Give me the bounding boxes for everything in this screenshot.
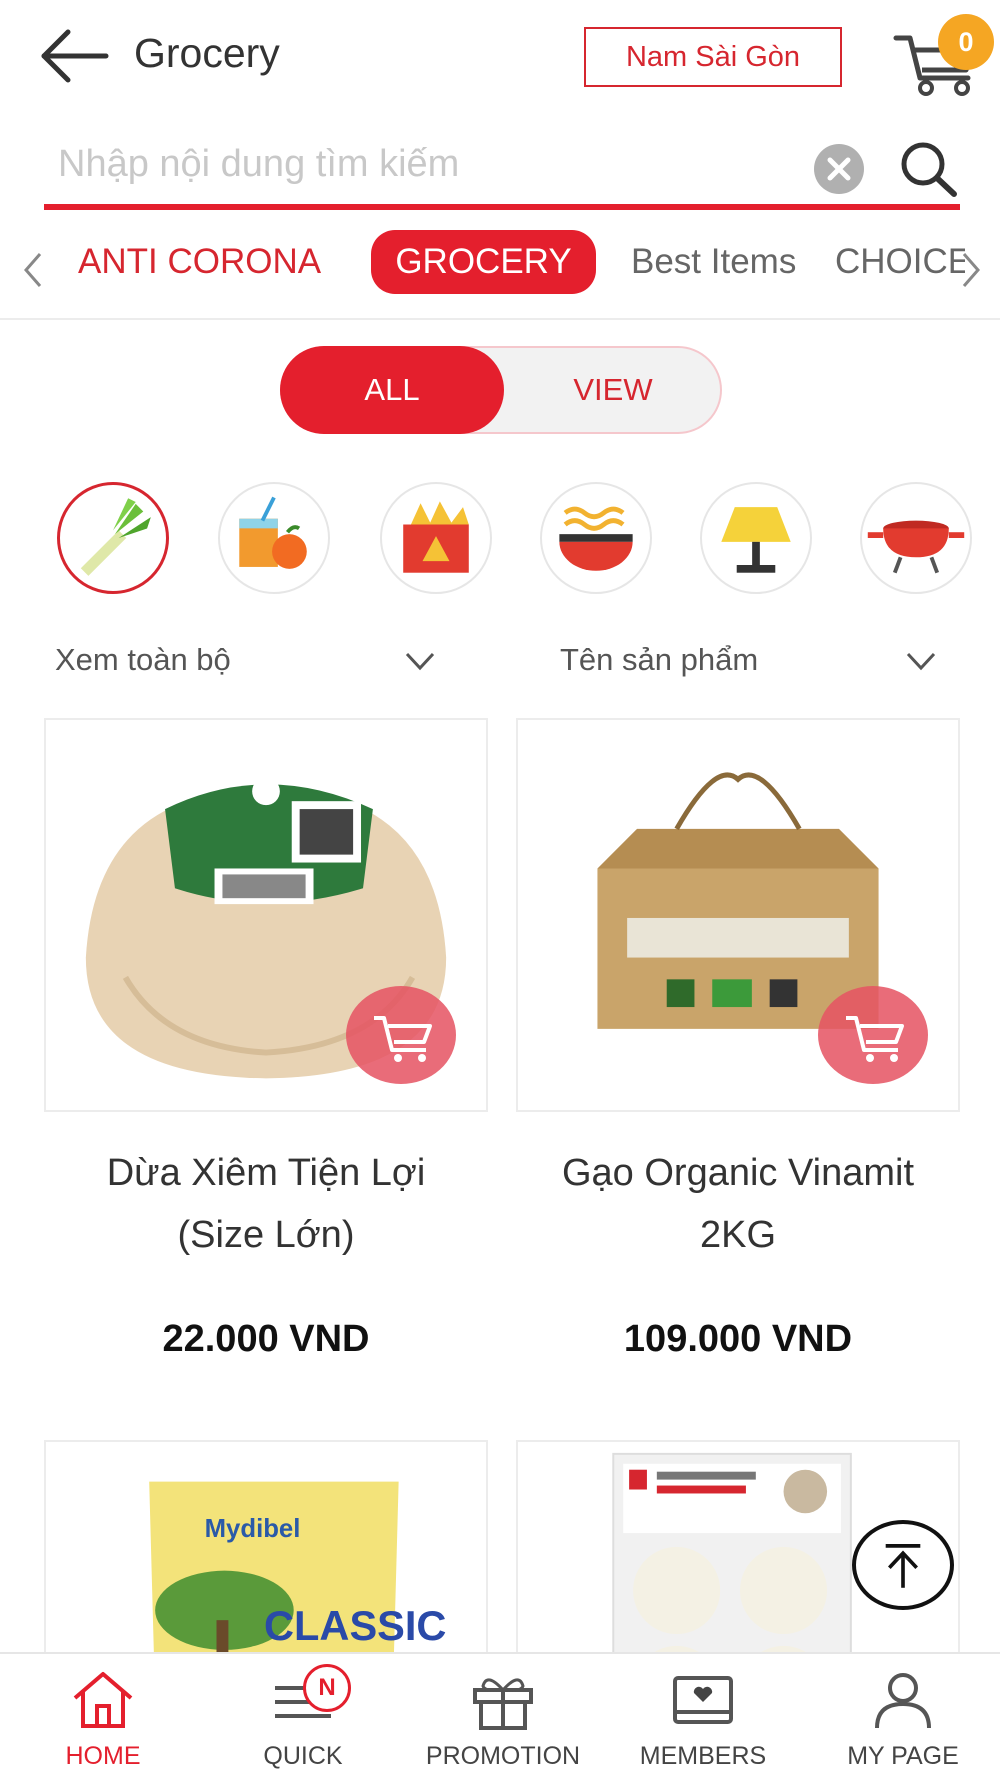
noodle-bowl-icon[interactable] xyxy=(540,482,652,594)
nav-quick-label: QUICK xyxy=(263,1742,343,1770)
product-card[interactable]: Mydibel CLASSIC xyxy=(44,1440,488,1652)
app-header: Grocery Nam Sài Gòn 0 xyxy=(0,0,1000,115)
nav-promotion[interactable]: PROMOTION xyxy=(403,1654,603,1778)
product-price: 109.000 VND xyxy=(623,1318,853,1360)
nav-members[interactable]: MEMBERS xyxy=(603,1654,803,1778)
add-to-cart-button[interactable] xyxy=(346,986,456,1084)
leek-icon[interactable] xyxy=(57,482,169,594)
snack-box-icon[interactable] xyxy=(380,482,492,594)
nav-promotion-label: PROMOTION xyxy=(425,1742,581,1770)
nav-my-page-label: MY PAGE xyxy=(847,1742,959,1770)
member-card-icon xyxy=(673,1676,733,1724)
search-icon[interactable] xyxy=(896,138,962,200)
chevron-left-icon[interactable] xyxy=(18,250,48,290)
new-badge: N xyxy=(303,1664,351,1712)
nav-my-page[interactable]: MY PAGE xyxy=(803,1654,1000,1778)
category-tab-strip: ANTI CORONA GROCERY Best Items CHOICE xyxy=(0,220,1000,320)
scope-filter-dropdown[interactable]: Xem toàn bộ xyxy=(55,630,440,690)
scope-filter-label: Xem toàn bộ xyxy=(55,642,231,677)
toggle-view-button[interactable]: VIEW xyxy=(504,348,722,432)
sort-filter-dropdown[interactable]: Tên sản phẩm xyxy=(560,630,940,690)
svg-text:Mydibel: Mydibel xyxy=(205,1515,301,1543)
page-title: Grocery xyxy=(134,30,280,76)
gift-icon xyxy=(473,1678,533,1730)
chevron-down-icon xyxy=(904,646,938,676)
chevron-down-icon xyxy=(403,646,437,676)
nav-home-label: HOME xyxy=(65,1742,141,1770)
add-to-cart-button[interactable] xyxy=(818,986,928,1084)
tab-grocery[interactable]: GROCERY xyxy=(371,230,596,294)
lamp-icon[interactable] xyxy=(700,482,812,594)
product-card[interactable]: Gạo Organic Vinamit 2KG 109.000 VND xyxy=(516,718,960,1360)
cooking-pot-icon[interactable] xyxy=(860,482,972,594)
mydibel-classic-fries-image[interactable]: Mydibel CLASSIC xyxy=(44,1440,488,1652)
search-input[interactable] xyxy=(58,134,798,194)
nav-members-label: MEMBERS xyxy=(639,1742,767,1770)
view-toggle: ALL VIEW xyxy=(280,346,722,434)
store-selector-button[interactable]: Nam Sài Gòn xyxy=(584,27,842,87)
chevron-right-icon[interactable] xyxy=(956,250,986,290)
tab-best-items[interactable]: Best Items xyxy=(631,230,796,294)
tab-anti-corona[interactable]: ANTI CORONA xyxy=(78,230,321,294)
toggle-all-button[interactable]: ALL xyxy=(280,346,504,434)
search-bar xyxy=(44,126,960,210)
subcategory-icon-row xyxy=(0,482,1000,594)
product-name[interactable]: Dừa Xiêm Tiện Lợi (Size Lớn) xyxy=(44,1142,488,1266)
tab-choice[interactable]: CHOICE xyxy=(835,230,965,294)
cart-count-badge: 0 xyxy=(938,14,994,70)
juice-fruit-icon[interactable] xyxy=(218,482,330,594)
user-icon xyxy=(875,1673,931,1729)
nav-quick[interactable]: N QUICK xyxy=(203,1654,403,1778)
back-arrow-icon[interactable] xyxy=(40,28,110,84)
bottom-navigation: HOME N QUICK PROMOTION MEMBERS MY PAGE xyxy=(0,1652,1000,1778)
nav-home[interactable]: HOME xyxy=(3,1654,203,1778)
home-icon xyxy=(73,1672,133,1728)
product-price: 22.000 VND xyxy=(162,1318,370,1360)
svg-text:CLASSIC: CLASSIC xyxy=(264,1602,446,1649)
product-card[interactable]: Dừa Xiêm Tiện Lợi (Size Lớn) 22.000 VND xyxy=(44,718,488,1360)
clear-search-icon[interactable] xyxy=(814,144,864,194)
scroll-to-top-button[interactable] xyxy=(852,1520,954,1610)
sort-filter-label: Tên sản phẩm xyxy=(560,642,759,677)
product-name[interactable]: Gạo Organic Vinamit 2KG xyxy=(516,1142,960,1266)
